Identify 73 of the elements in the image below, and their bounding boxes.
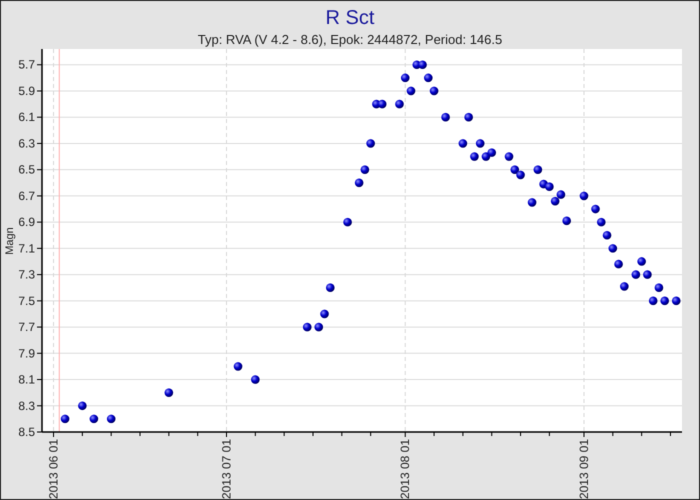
data-point	[430, 86, 438, 96]
data-point	[476, 139, 484, 148]
data-point	[672, 296, 681, 306]
data-point	[550, 196, 560, 206]
data-point	[418, 60, 427, 70]
chart-title: R Sct	[326, 7, 374, 29]
tick-label: 5.9	[18, 84, 35, 98]
data-point	[343, 218, 352, 226]
tick-label: 8.5	[18, 425, 35, 439]
data-point	[510, 165, 520, 174]
data-point	[78, 401, 87, 410]
tick-label: 6.3	[18, 136, 35, 150]
tick-label: 7.3	[18, 268, 35, 282]
data-point	[326, 283, 335, 292]
tick-label: 7.9	[18, 346, 35, 360]
data-point	[406, 86, 416, 96]
data-point	[314, 322, 324, 332]
tick-label: 7.1	[18, 241, 35, 256]
data-point	[458, 139, 468, 148]
data-point	[614, 260, 623, 268]
tick-label: 2013 09 01	[576, 439, 591, 499]
data-point	[516, 170, 525, 180]
data-point	[545, 182, 554, 192]
data-point	[602, 230, 612, 240]
data-point	[580, 192, 588, 200]
tick-label: 6.9	[18, 215, 35, 230]
data-point	[487, 148, 496, 157]
data-point	[366, 139, 375, 148]
data-point	[562, 216, 571, 226]
data-point	[591, 204, 600, 214]
tick-label: 7.7	[18, 320, 35, 334]
data-point	[528, 198, 536, 207]
tick-label: 2013 06 01	[46, 439, 61, 499]
data-point	[632, 270, 640, 279]
axis-label: Magn	[4, 227, 16, 255]
data-point	[534, 165, 542, 174]
data-point	[378, 100, 386, 108]
data-point	[302, 322, 312, 332]
data-point	[620, 282, 629, 291]
data-point	[234, 362, 242, 371]
tick-label: 2013 08 01	[398, 439, 412, 499]
data-point	[556, 190, 566, 199]
tick-label: 8.3	[18, 398, 35, 413]
data-point	[164, 388, 174, 397]
tick-label: 6.7	[18, 188, 35, 203]
tick-label: 6.5	[18, 162, 35, 177]
tick-label: 8.1	[18, 372, 35, 387]
data-point	[400, 74, 410, 82]
data-point	[60, 414, 70, 424]
data-point	[354, 178, 364, 188]
chart-subtitle: Typ: RVA (V 4.2 - 8.6), Epok: 2444872, Period: 146.5	[198, 32, 502, 47]
tick-label: 7.5	[18, 294, 35, 308]
data-point	[648, 296, 658, 306]
data-point	[643, 270, 652, 279]
data-point	[90, 414, 98, 424]
data-point	[608, 244, 618, 253]
data-point	[504, 152, 514, 161]
tick-label: 6.1	[18, 110, 35, 124]
data-point	[424, 74, 433, 82]
tick-label: 5.7	[18, 58, 35, 72]
data-point	[360, 165, 370, 174]
data-point	[106, 414, 116, 424]
data-point	[464, 112, 473, 122]
data-point	[596, 218, 606, 226]
data-point	[654, 283, 664, 292]
tick-label: 2013 07 01	[220, 439, 234, 499]
data-point	[470, 152, 479, 161]
data-point	[251, 375, 260, 384]
data-point	[320, 310, 329, 318]
data-point	[660, 296, 669, 306]
data-point	[441, 112, 450, 122]
data-point	[395, 100, 404, 108]
data-point	[637, 257, 646, 266]
